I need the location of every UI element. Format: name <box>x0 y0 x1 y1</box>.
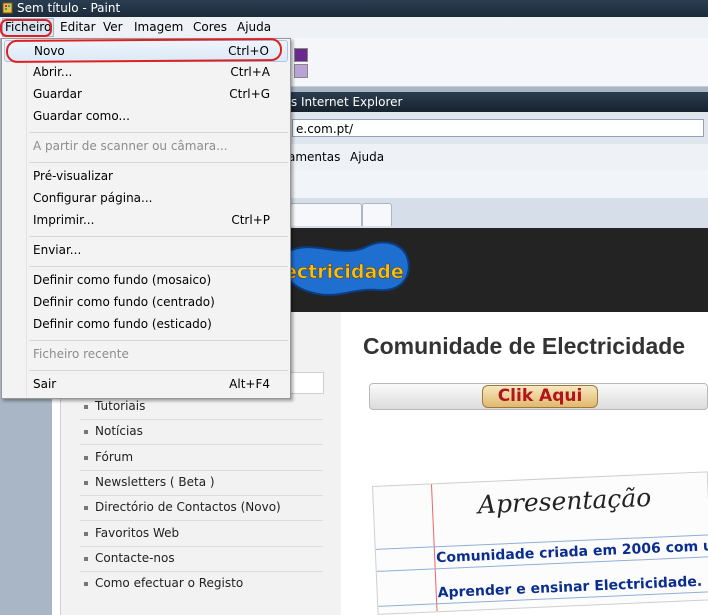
menu-item-shortcut: Ctrl+A <box>230 65 270 79</box>
window-title: Sem título - Paint <box>17 1 121 15</box>
menu-item-label: Definir como fundo (mosaico) <box>33 273 212 287</box>
paper-margin-line <box>430 484 438 612</box>
presentation-paper: Apresentação Comunidade criada em 2006 c… <box>372 471 708 615</box>
clik-aqui-button[interactable]: Clik Aqui <box>482 385 598 408</box>
nav-divider <box>80 520 323 521</box>
menu-item-label: Definir como fundo (esticado) <box>33 317 212 331</box>
menu-item-scanner: A partir de scanner ou câmara... <box>2 136 290 158</box>
nav-item-contacte[interactable]: Contacte-nos <box>95 551 175 565</box>
menu-bar: Ficheiro Editar Ver Imagem Cores Ajuda <box>0 17 708 39</box>
menu-separator <box>29 132 288 133</box>
highlight-annotation-menu <box>0 19 52 37</box>
highlight-annotation-novo <box>5 38 283 63</box>
paper-title: Apresentação <box>477 482 652 520</box>
menu-item-fundo-centrado[interactable]: Definir como fundo (centrado) <box>2 292 290 314</box>
menu-ajuda[interactable]: Ajuda <box>237 20 271 34</box>
nav-item-tutoriais[interactable]: Tutoriais <box>95 399 145 413</box>
bullet-icon <box>84 557 88 561</box>
menu-separator <box>29 266 288 267</box>
logo-text: ectricidade <box>284 261 404 283</box>
menu-item-configurar-pagina[interactable]: Configurar página... <box>2 188 290 210</box>
menu-item-label: Guardar como... <box>33 109 130 123</box>
menu-item-label: Enviar... <box>33 243 82 257</box>
file-menu-dropdown: Novo Ctrl+O Abrir... Ctrl+A Guardar Ctrl… <box>1 38 291 399</box>
nav-item-registo[interactable]: Como efectuar o Registo <box>95 576 243 590</box>
menu-item-fundo-mosaico[interactable]: Definir como fundo (mosaico) <box>2 270 290 292</box>
menu-separator <box>29 236 288 237</box>
bullet-icon <box>84 532 88 536</box>
nav-item-directorio[interactable]: Directório de Contactos (Novo) <box>95 500 281 514</box>
menu-imagem[interactable]: Imagem <box>134 20 183 34</box>
menu-item-label: Imprimir... <box>33 213 95 227</box>
menu-item-label: Ficheiro recente <box>33 347 129 361</box>
menu-item-sair[interactable]: Sair Alt+F4 <box>2 374 290 396</box>
browser-title: rs Internet Explorer <box>286 95 403 109</box>
browser-tab[interactable] <box>290 203 362 226</box>
menu-item-pre-visualizar[interactable]: Pré-visualizar <box>2 166 290 188</box>
nav-item-newsletters[interactable]: Newsletters ( Beta ) <box>95 475 215 489</box>
menu-item-imprimir[interactable]: Imprimir... Ctrl+P <box>2 210 290 232</box>
bullet-icon <box>84 582 88 586</box>
nav-item-forum[interactable]: Fórum <box>95 450 133 464</box>
menu-item-guardar-como[interactable]: Guardar como... <box>2 106 290 128</box>
nav-item-favoritos[interactable]: Favoritos Web <box>95 526 179 540</box>
menu-separator <box>29 340 288 341</box>
menu-item-label: Pré-visualizar <box>33 169 113 183</box>
menu-item-label: Abrir... <box>33 65 73 79</box>
color-swatch-lavender[interactable] <box>294 64 308 78</box>
menu-cores[interactable]: Cores <box>193 20 227 34</box>
site-logo: ectricidade <box>284 241 410 296</box>
menu-item-enviar[interactable]: Enviar... <box>2 240 290 262</box>
menu-editar[interactable]: Editar <box>60 20 96 34</box>
nav-divider <box>80 571 323 572</box>
menu-item-shortcut: Ctrl+P <box>231 213 270 227</box>
menu-item-label: Definir como fundo (centrado) <box>33 295 215 309</box>
paint-app-icon <box>2 2 13 14</box>
nav-divider <box>80 470 323 471</box>
bullet-icon <box>84 481 88 485</box>
color-swatch-purple[interactable] <box>294 48 308 62</box>
address-field[interactable]: e.com.pt/ <box>292 119 704 137</box>
menu-item-label: Sair <box>33 377 57 391</box>
nav-divider <box>80 419 323 420</box>
bullet-icon <box>84 456 88 460</box>
bullet-icon <box>84 405 88 409</box>
menu-separator <box>29 162 288 163</box>
site-heading: Comunidade de Electricidade <box>363 333 686 359</box>
bullet-icon <box>84 430 88 434</box>
menu-item-ficheiro-recente: Ficheiro recente <box>2 344 290 366</box>
nav-item-noticias[interactable]: Notícias <box>95 424 143 438</box>
menu-item-label: A partir de scanner ou câmara... <box>33 139 228 153</box>
nav-divider <box>80 546 323 547</box>
browser-menu-ajuda[interactable]: Ajuda <box>350 150 384 164</box>
menu-item-guardar[interactable]: Guardar Ctrl+G <box>2 84 290 106</box>
menu-separator <box>29 370 288 371</box>
nav-divider <box>80 444 323 445</box>
menu-item-shortcut: Ctrl+G <box>229 87 270 101</box>
menu-item-fundo-esticado[interactable]: Definir como fundo (esticado) <box>2 314 290 336</box>
nav-divider <box>80 495 323 496</box>
menu-item-abrir[interactable]: Abrir... Ctrl+A <box>2 62 290 84</box>
menu-item-label: Guardar <box>33 87 82 101</box>
menu-item-shortcut: Alt+F4 <box>229 377 270 391</box>
color-box <box>290 38 708 87</box>
menu-ver[interactable]: Ver <box>103 20 123 34</box>
browser-menu-ferramentas[interactable]: amentas <box>288 150 340 164</box>
menu-item-label: Configurar página... <box>33 191 153 205</box>
new-tab-button[interactable] <box>362 203 392 226</box>
bullet-icon <box>84 506 88 510</box>
window-titlebar: Sem título - Paint <box>0 0 708 17</box>
